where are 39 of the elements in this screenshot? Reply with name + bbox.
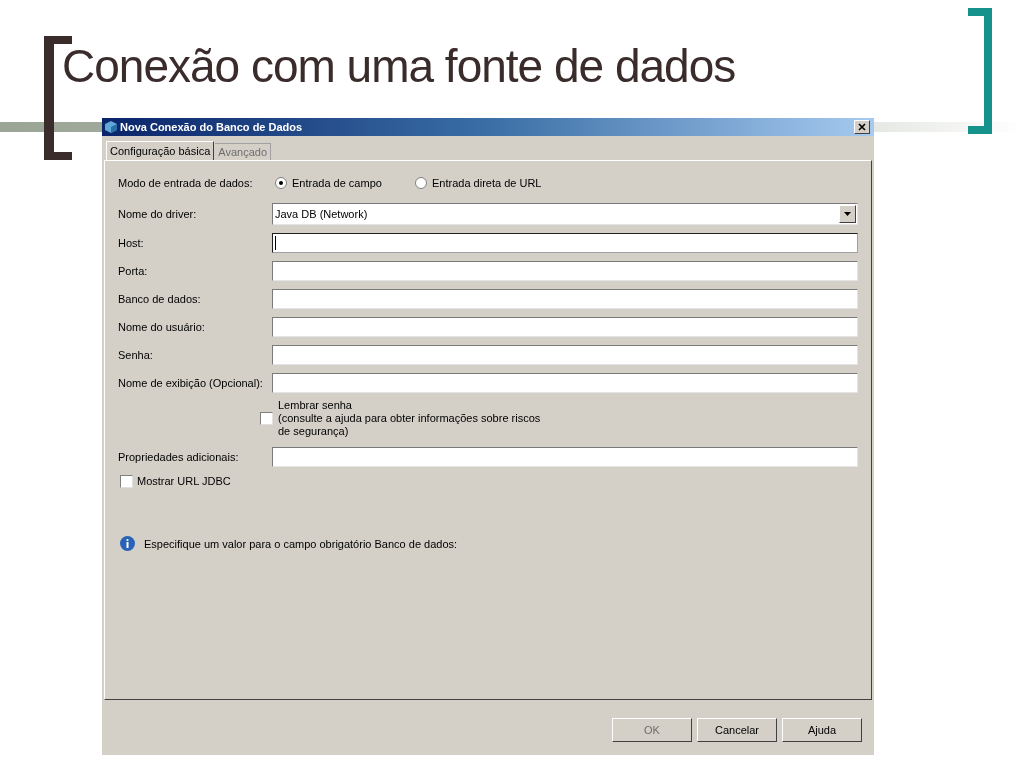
input-field[interactable] — [272, 233, 858, 253]
bracket-icon — [968, 8, 992, 134]
field-label: Nome do usuário: — [118, 319, 206, 335]
field-label: Nome de exibição (Opcional): — [118, 375, 264, 391]
checkbox-note: (consulte a ajuda para obter informações sobre riscos de segurança) — [278, 412, 542, 438]
radio-button[interactable] — [415, 177, 427, 189]
radio-button[interactable] — [275, 177, 287, 189]
input-field[interactable] — [272, 447, 858, 467]
field-label: Banco de dados: — [118, 291, 202, 307]
info-icon — [120, 536, 135, 552]
radio-label: Entrada de campo — [292, 175, 382, 191]
dialog-button[interactable]: Ajuda — [782, 718, 862, 742]
radio-label: Entrada direta de URL — [432, 175, 542, 191]
field-label: Porta: — [118, 263, 149, 279]
dropdown-value: Java DB (Network) — [275, 206, 369, 222]
field-label: Propriedades adicionais: — [118, 449, 240, 465]
field-label: Modo de entrada de dados: — [118, 175, 254, 191]
input-field[interactable] — [272, 289, 858, 309]
field-label: Senha: — [118, 347, 154, 363]
dropdown[interactable]: Java DB (Network) — [272, 203, 858, 225]
close-button[interactable] — [854, 120, 870, 134]
tab[interactable]: Configuração básica — [106, 141, 215, 160]
checkbox[interactable] — [260, 412, 273, 425]
checkbox[interactable] — [120, 474, 133, 488]
dialog-button[interactable]: Cancelar — [697, 718, 777, 742]
input-field[interactable] — [272, 317, 858, 337]
field-label: Nome do driver: — [118, 206, 198, 222]
input-field[interactable] — [272, 345, 858, 365]
info-message: Especifique um valor para o campo obrigatório Banco de dados: — [144, 536, 458, 552]
input-field[interactable] — [272, 261, 858, 281]
checkbox-label: Mostrar URL JDBC — [137, 474, 231, 489]
field-label: Host: — [118, 235, 145, 251]
text-cursor — [275, 236, 276, 250]
cube-icon — [104, 120, 118, 134]
slide-title: Conexão com uma fonte de dados — [62, 40, 737, 92]
close-icon — [858, 123, 866, 131]
window-title: Nova Conexão do Banco de Dados — [120, 119, 304, 135]
checkbox-label: Lembrar senha — [278, 399, 353, 412]
input-field[interactable] — [272, 373, 858, 393]
